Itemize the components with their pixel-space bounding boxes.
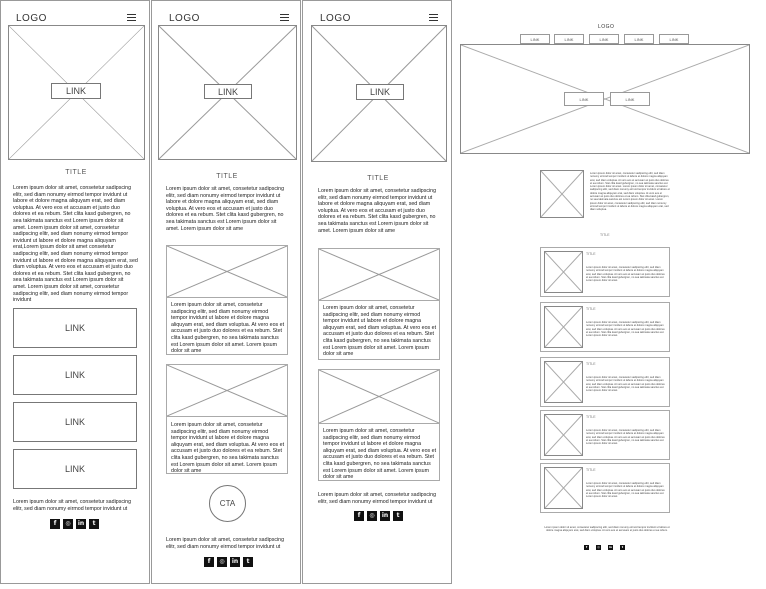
card-title: TITLE bbox=[586, 362, 596, 366]
twitter-icon[interactable]: t bbox=[620, 545, 625, 550]
nav-link-2[interactable]: LINK bbox=[13, 355, 137, 395]
desktop-nav-link-3[interactable]: LINK bbox=[589, 34, 619, 44]
intro-text: Lorem ipsum dolor sit amet, consetetur s… bbox=[318, 188, 437, 234]
card-image-placeholder bbox=[319, 249, 439, 301]
hero-link-button[interactable]: LINK bbox=[356, 84, 404, 100]
nav-link-3[interactable]: LINK bbox=[13, 402, 137, 442]
hero-image-placeholder: LINK bbox=[311, 25, 447, 162]
content-card-1: Lorem ipsum dolor sit amet, consetetur s… bbox=[166, 245, 288, 355]
card-text: Lorem ipsum dolor sit amet, consetetur s… bbox=[586, 429, 665, 446]
instagram-icon[interactable]: ◎ bbox=[596, 545, 601, 550]
feature-card-3: TITLE Lorem ipsum dolor sit amet, conset… bbox=[540, 357, 670, 407]
content-card-2: Lorem ipsum dolor sit amet, consetetur s… bbox=[166, 364, 288, 474]
card-image-placeholder bbox=[544, 251, 583, 293]
linkedin-icon[interactable]: in bbox=[230, 557, 240, 567]
nav-link-1[interactable]: LINK bbox=[13, 308, 137, 348]
card-text: Lorem ipsum dolor sit amet, consetetur s… bbox=[171, 302, 285, 352]
twitter-icon[interactable]: t bbox=[393, 511, 403, 521]
feature-card-4: TITLE Lorem ipsum dolor sit amet, conset… bbox=[540, 410, 670, 460]
desktop-hero-placeholder: LINK LINK bbox=[460, 44, 750, 154]
card-text: Lorem ipsum dolor sit amet, consetetur s… bbox=[586, 376, 665, 393]
hero-link-button[interactable]: LINK bbox=[51, 83, 101, 99]
hero-link-button[interactable]: LINK bbox=[204, 84, 252, 99]
card-title: TITLE bbox=[586, 252, 596, 256]
section-title: TITLE bbox=[600, 233, 610, 237]
cta-button[interactable]: CTA bbox=[209, 485, 246, 522]
instagram-icon[interactable]: ◎ bbox=[217, 557, 227, 567]
hero-image-placeholder: LINK bbox=[158, 25, 297, 160]
footer-text: Lorem ipsum dolor sit amet, consetetur s… bbox=[544, 526, 670, 533]
facebook-icon[interactable]: f bbox=[50, 519, 60, 529]
desktop-wireframe: LOGO LINK LINK LINK LINK LINK LINK LINK … bbox=[456, 0, 766, 589]
facebook-icon[interactable]: f bbox=[204, 557, 214, 567]
card-image-placeholder bbox=[544, 467, 583, 509]
card-image-placeholder bbox=[167, 246, 287, 298]
feature-card-2: TITLE Lorem ipsum dolor sit amet, conset… bbox=[540, 302, 670, 352]
body-text: Lorem ipsum dolor sit amet, consetetur s… bbox=[13, 185, 138, 304]
mobile-wireframe-2: LOGO LINK TITLE Lorem ipsum dolor sit am… bbox=[151, 0, 301, 584]
card-text: Lorem ipsum dolor sit amet, consetetur s… bbox=[586, 321, 665, 338]
hamburger-menu-icon[interactable] bbox=[127, 14, 136, 21]
feature-card-5: TITLE Lorem ipsum dolor sit amet, conset… bbox=[540, 463, 670, 513]
card-text: Lorem ipsum dolor sit amet, consetetur s… bbox=[323, 305, 437, 357]
content-card-1: Lorem ipsum dolor sit amet, consetetur s… bbox=[318, 248, 440, 360]
card-image-placeholder bbox=[544, 361, 583, 403]
linkedin-icon[interactable]: in bbox=[76, 519, 86, 529]
social-icons: f ◎ in t bbox=[354, 511, 403, 521]
card-image-placeholder bbox=[544, 414, 583, 456]
facebook-icon[interactable]: f bbox=[354, 511, 364, 521]
hamburger-menu-icon[interactable] bbox=[280, 14, 289, 21]
hero-image-placeholder: LINK bbox=[8, 25, 145, 160]
logo[interactable]: LOGO bbox=[169, 13, 200, 24]
card-text: Lorem ipsum dolor sit amet, consetetur s… bbox=[586, 266, 665, 283]
desktop-nav-link-2[interactable]: LINK bbox=[554, 34, 584, 44]
nav-link-4[interactable]: LINK bbox=[13, 449, 137, 489]
card-image-placeholder bbox=[319, 370, 439, 424]
section-title: TITLE bbox=[65, 169, 87, 176]
logo[interactable]: LOGO bbox=[16, 13, 47, 24]
linkedin-icon[interactable]: in bbox=[380, 511, 390, 521]
footer-text: Lorem ipsum dolor sit amet, consetetur s… bbox=[13, 499, 132, 512]
card-title: TITLE bbox=[586, 307, 596, 311]
card-title: TITLE bbox=[586, 415, 596, 419]
desktop-nav-link-4[interactable]: LINK bbox=[624, 34, 654, 44]
logo[interactable]: LOGO bbox=[320, 13, 351, 24]
desktop-logo[interactable]: LOGO bbox=[598, 24, 614, 30]
footer-text: Lorem ipsum dolor sit amet, consetetur s… bbox=[318, 492, 437, 505]
intro-text: Lorem ipsum dolor sit amet, consetetur s… bbox=[590, 172, 670, 212]
hamburger-menu-icon[interactable] bbox=[429, 14, 438, 21]
card-text: Lorem ipsum dolor sit amet, consetetur s… bbox=[171, 422, 285, 472]
facebook-icon[interactable]: f bbox=[584, 545, 589, 550]
social-icons: f ◎ in t bbox=[50, 519, 99, 529]
intro-image-placeholder bbox=[540, 170, 584, 218]
mobile-wireframe-3: LOGO LINK TITLE Lorem ipsum dolor sit am… bbox=[302, 0, 452, 584]
feature-card-1: TITLE Lorem ipsum dolor sit amet, conset… bbox=[540, 247, 670, 297]
section-title: TITLE bbox=[367, 175, 389, 182]
social-icons: f ◎ in t bbox=[584, 545, 625, 550]
desktop-nav-link-5[interactable]: LINK bbox=[659, 34, 689, 44]
linkedin-icon[interactable]: in bbox=[608, 545, 613, 550]
social-icons: f ◎ in t bbox=[204, 557, 253, 567]
intro-text: Lorem ipsum dolor sit amet, consetetur s… bbox=[166, 186, 285, 232]
content-card-2: Lorem ipsum dolor sit amet, consetetur s… bbox=[318, 369, 440, 481]
card-title: TITLE bbox=[586, 468, 596, 472]
card-image-placeholder bbox=[544, 306, 583, 348]
card-text: Lorem ipsum dolor sit amet, consetetur s… bbox=[586, 482, 665, 499]
instagram-icon[interactable]: ◎ bbox=[367, 511, 377, 521]
card-image-placeholder bbox=[167, 365, 287, 417]
mobile-wireframe-1: LOGO LINK TITLE Lorem ipsum dolor sit am… bbox=[0, 0, 150, 584]
twitter-icon[interactable]: t bbox=[243, 557, 253, 567]
hero-link-2[interactable]: LINK bbox=[610, 92, 650, 106]
section-title: TITLE bbox=[216, 173, 238, 180]
footer-text: Lorem ipsum dolor sit amet, consetetur s… bbox=[166, 537, 285, 550]
twitter-icon[interactable]: t bbox=[89, 519, 99, 529]
hero-link-1[interactable]: LINK bbox=[564, 92, 604, 106]
card-text: Lorem ipsum dolor sit amet, consetetur s… bbox=[323, 428, 437, 480]
instagram-icon[interactable]: ◎ bbox=[63, 519, 73, 529]
desktop-nav-link-1[interactable]: LINK bbox=[520, 34, 550, 44]
